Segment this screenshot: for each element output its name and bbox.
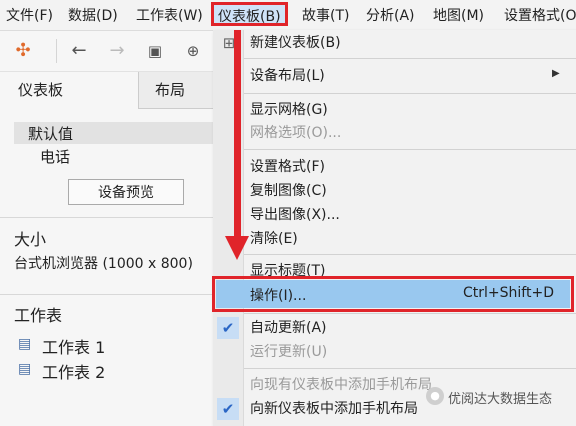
new-datasource-icon[interactable]: ⊕	[182, 40, 204, 62]
menu-map[interactable]: 地图(M)	[433, 6, 484, 26]
menu-device-layout[interactable]: 设备布局(L)	[250, 65, 325, 87]
sheet-icon: ▤	[18, 336, 32, 352]
menu-story[interactable]: 故事(T)	[302, 6, 349, 26]
sheet-icon: ▤	[18, 361, 32, 377]
forward-arrow-icon[interactable]: →	[106, 40, 128, 62]
back-arrow-icon[interactable]: ←	[68, 40, 90, 62]
wechat-icon: ●	[426, 387, 444, 405]
panel-tabs: 仪表板 布局	[0, 72, 213, 109]
check-icon: ✔	[217, 317, 239, 339]
device-default-item[interactable]: 默认值	[28, 123, 73, 144]
toolbar-separator	[56, 39, 57, 63]
menu-format[interactable]: 设置格式(O	[504, 6, 576, 26]
device-phone-item[interactable]: 电话	[40, 146, 70, 167]
menu-separator	[244, 313, 576, 314]
check-icon: ✔	[217, 398, 239, 420]
size-heading: 大小	[14, 230, 47, 249]
tab-layout[interactable]: 布局	[155, 72, 185, 108]
menu-separator	[244, 93, 576, 94]
device-preview-button[interactable]: 设备预览	[68, 179, 184, 205]
menu-format[interactable]: 设置格式(F)	[250, 156, 325, 178]
divider	[0, 294, 213, 295]
menu-file[interactable]: 文件(F)	[6, 6, 53, 26]
sheets-heading: 工作表	[14, 306, 63, 325]
menu-separator	[244, 58, 576, 59]
tableau-logo-icon[interactable]: ✣	[12, 40, 34, 62]
menu-data[interactable]: 数据(D)	[68, 6, 118, 26]
annotation-box	[212, 276, 574, 312]
sheet-item-1[interactable]: 工作表 1	[42, 334, 105, 358]
menu-clear[interactable]: 清除(E)	[250, 228, 298, 250]
menu-run-update[interactable]: 运行更新(U)	[250, 341, 327, 363]
menu-export-image[interactable]: 导出图像(X)...	[250, 204, 340, 226]
annotation-arrow-head	[225, 236, 249, 260]
menu-bar: 文件(F) 数据(D) 工作表(W) 仪表板(B) 故事(T) 分析(A) 地图…	[0, 0, 576, 31]
menu-auto-update[interactable]: 自动更新(A)	[250, 317, 327, 339]
menu-dashboard[interactable]: 仪表板(B)	[211, 2, 288, 26]
menu-copy-image[interactable]: 复制图像(C)	[250, 180, 327, 202]
menu-separator	[244, 149, 576, 150]
menu-analysis[interactable]: 分析(A)	[366, 6, 415, 26]
menu-show-grid[interactable]: 显示网格(G)	[250, 99, 328, 121]
size-dropdown[interactable]: 台式机浏览器 (1000 x 800)	[14, 253, 193, 273]
annotation-arrow-shaft	[234, 30, 241, 240]
menu-add-phone-existing[interactable]: 向现有仪表板中添加手机布局	[250, 374, 432, 396]
menu-worksheet[interactable]: 工作表(W)	[136, 6, 203, 26]
menu-grid-options[interactable]: 网格选项(O)...	[250, 122, 341, 144]
tab-dashboard[interactable]: 仪表板	[0, 72, 139, 109]
menu-separator	[244, 254, 576, 255]
divider	[0, 217, 213, 218]
sheet-item-2[interactable]: 工作表 2	[42, 359, 105, 383]
watermark-text: 优阅达大数据生态	[448, 392, 553, 407]
save-icon[interactable]: ▣	[144, 40, 166, 62]
menu-separator	[244, 368, 576, 369]
menu-add-phone-new[interactable]: 向新仪表板中添加手机布局	[250, 398, 418, 420]
menu-new-dashboard[interactable]: 新建仪表板(B)	[250, 32, 341, 54]
submenu-arrow-icon: ▶	[552, 68, 560, 79]
